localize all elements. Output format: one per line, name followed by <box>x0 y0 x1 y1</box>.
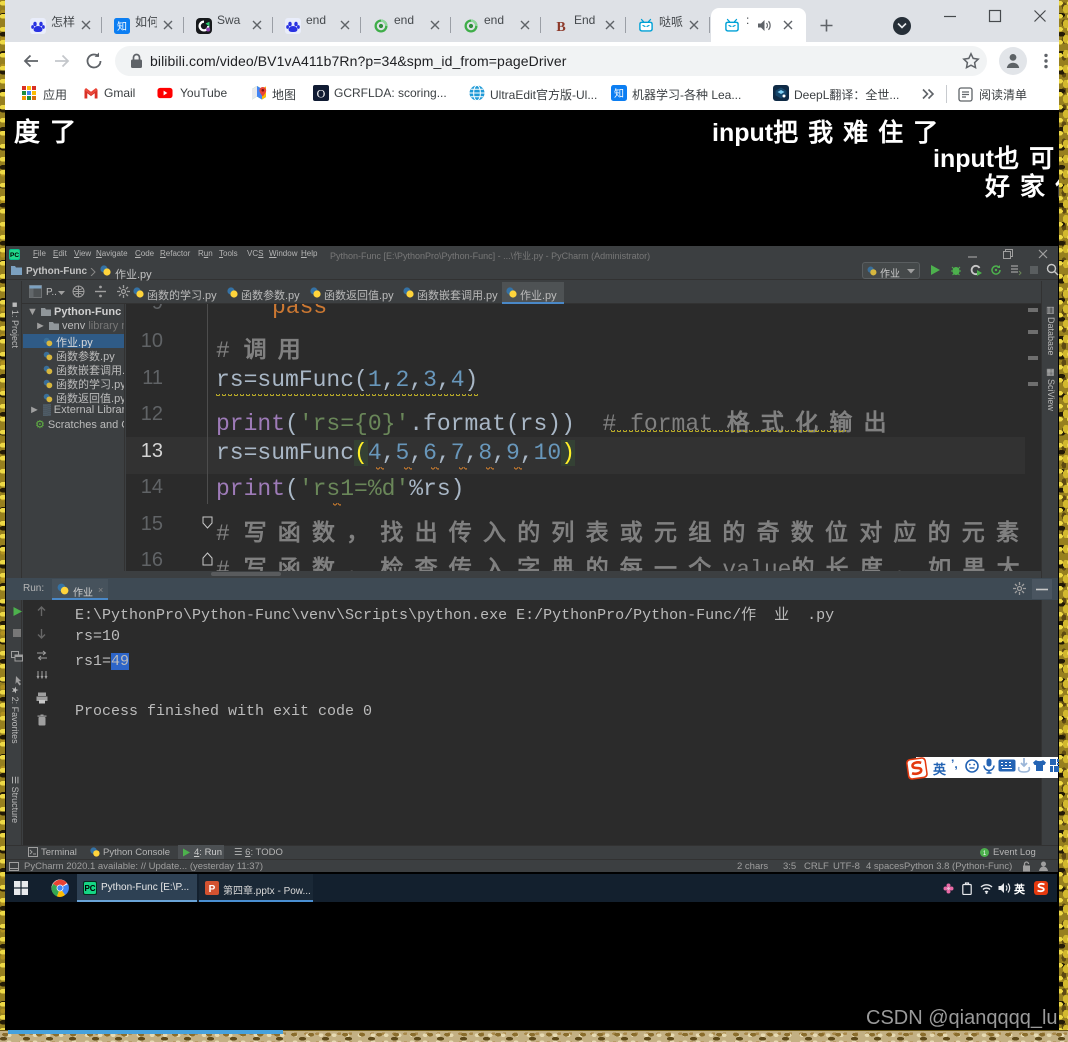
svg-text:PC: PC <box>84 884 95 893</box>
svg-text:O: O <box>317 87 326 101</box>
svg-text:知: 知 <box>117 20 127 33</box>
svg-text:知: 知 <box>614 87 624 100</box>
svg-text:B: B <box>556 20 565 34</box>
svg-text:PC: PC <box>10 252 19 259</box>
svg-text:P: P <box>209 884 216 895</box>
